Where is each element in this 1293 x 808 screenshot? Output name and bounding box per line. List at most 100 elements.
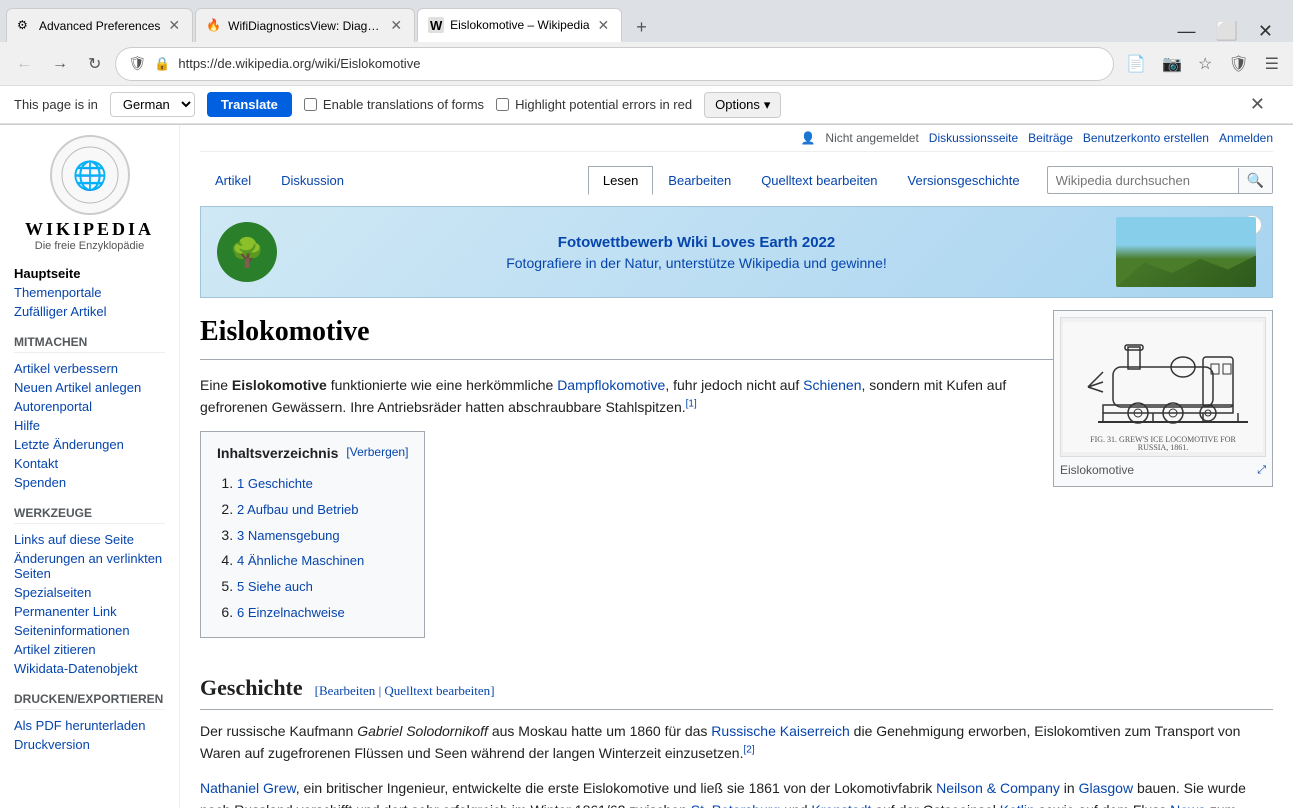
section-quelltext-link[interactable]: Quelltext bearbeiten xyxy=(384,683,490,698)
sidebar-item-druckversion[interactable]: Druckversion xyxy=(14,735,165,754)
tab-versionsgeschichte[interactable]: Versionsgeschichte xyxy=(893,166,1035,194)
sidebar-item-seiteninformationen[interactable]: Seiteninformationen xyxy=(14,621,165,640)
close-button[interactable]: ✕ xyxy=(1252,21,1279,42)
toc-heading: Inhaltsverzeichnis xyxy=(217,442,338,464)
translate-button[interactable]: Translate xyxy=(207,92,292,117)
options-button[interactable]: Options ▾ xyxy=(704,92,781,118)
search-input[interactable] xyxy=(1048,169,1238,192)
wikipedia-icon: W xyxy=(428,17,444,33)
tab-close-btn[interactable]: ✕ xyxy=(596,15,612,36)
tab-diskussion[interactable]: Diskussion xyxy=(266,166,359,194)
sidebar-item-zufaelliger[interactable]: Zufälliger Artikel xyxy=(14,302,165,321)
st-petersburg-link[interactable]: St. Petersburg xyxy=(691,802,781,808)
bold-term: Eislokomotive xyxy=(232,377,327,393)
mountain-graphic xyxy=(1116,252,1256,287)
nathaniel-grew-link[interactable]: Nathaniel Grew xyxy=(200,780,296,796)
sidebar-item-links-auf-seite[interactable]: Links auf diese Seite xyxy=(14,530,165,549)
sidebar-section-main: Hauptseite Themenportale Zufälliger Arti… xyxy=(14,264,165,321)
shield-nav-button[interactable]: 🛡 xyxy=(1224,50,1252,78)
tab-bearbeiten[interactable]: Bearbeiten xyxy=(653,166,746,194)
tab-label: Eislokomotive – Wikipedia xyxy=(450,18,589,32)
toc-link-6[interactable]: 6 Einzelnachweise xyxy=(237,605,345,620)
tab-close-btn[interactable]: ✕ xyxy=(166,15,182,36)
new-tab-button[interactable]: + xyxy=(628,13,655,42)
sidebar-item-aenderungen-verlinkte[interactable]: Änderungen an verlinkten Seiten xyxy=(14,549,165,583)
tab-quelltext[interactable]: Quelltext bearbeiten xyxy=(746,166,892,194)
url-input[interactable] xyxy=(178,56,1101,71)
sidebar-item-spenden[interactable]: Spenden xyxy=(14,473,165,492)
tab-close-btn[interactable]: ✕ xyxy=(388,15,404,36)
banner-title: Fotowettbewerb Wiki Loves Earth 2022 xyxy=(293,234,1100,251)
beitraege-link[interactable]: Beiträge xyxy=(1028,131,1073,145)
options-label: Options xyxy=(715,97,760,112)
schienen-link[interactable]: Schienen xyxy=(803,377,861,393)
section1-para1: Der russische Kaufmann Gabriel Solodorni… xyxy=(200,720,1273,765)
tab-lesen[interactable]: Lesen xyxy=(588,166,653,195)
tab-artikel[interactable]: Artikel xyxy=(200,166,266,194)
tab-label: WifiDiagnosticsView: Diagnosti... xyxy=(228,19,382,33)
toc-link-2[interactable]: 2 Aufbau und Betrieb xyxy=(237,502,358,517)
menu-button[interactable]: ☰ xyxy=(1261,50,1283,78)
translation-close-button[interactable]: ✕ xyxy=(1236,86,1279,124)
newa-link[interactable]: Newa xyxy=(1170,802,1206,808)
address-bar[interactable]: 🛡 🔒 xyxy=(115,47,1114,81)
tab-advanced-prefs[interactable]: ⚙ Advanced Preferences ✕ xyxy=(6,8,193,42)
wiki-tabs-row: Artikel Diskussion Lesen Bearbeiten Quel… xyxy=(200,158,1273,194)
reader-mode-button[interactable]: 📄 xyxy=(1122,50,1150,78)
reload-button[interactable]: ↻ xyxy=(82,50,107,78)
kotlin-link[interactable]: Kotlin xyxy=(1000,802,1035,808)
search-button[interactable]: 🔍 xyxy=(1238,168,1272,193)
chevron-down-icon: ▾ xyxy=(764,97,771,113)
sidebar-item-autorenportal[interactable]: Autorenportal xyxy=(14,397,165,416)
dampflokomotive-link[interactable]: Dampflokomotive xyxy=(557,377,665,393)
forms-checkbox[interactable] xyxy=(304,98,317,111)
tab-wifi-diag[interactable]: 🔥 WifiDiagnosticsView: Diagnosti... ✕ xyxy=(195,8,415,42)
sidebar-item-neuen-artikel[interactable]: Neuen Artikel anlegen xyxy=(14,378,165,397)
sidebar-heading-werkzeuge: Werkzeuge xyxy=(14,506,165,524)
toc-link-5[interactable]: 5 Siehe auch xyxy=(237,579,313,594)
toc-link-4[interactable]: 4 Ähnliche Maschinen xyxy=(237,553,364,568)
back-button[interactable]: ← xyxy=(10,51,38,77)
bookmark-button[interactable]: ☆ xyxy=(1194,50,1216,78)
right-tabs: Lesen Bearbeiten Quelltext bearbeiten Ve… xyxy=(588,166,1273,194)
language-select[interactable]: German xyxy=(110,92,195,117)
diskussionsseite-link[interactable]: Diskussionsseite xyxy=(929,131,1018,145)
expand-icon[interactable]: ⤢ xyxy=(1257,462,1266,480)
sidebar-item-letzte-aenderungen[interactable]: Letzte Änderungen xyxy=(14,435,165,454)
neilson-link[interactable]: Neilson & Company xyxy=(936,780,1060,796)
glasgow-link[interactable]: Glasgow xyxy=(1079,780,1133,796)
kronstadt-link[interactable]: Kronstadt xyxy=(811,802,871,808)
sidebar-item-permanenter-link[interactable]: Permanenter Link xyxy=(14,602,165,621)
toc-link-3[interactable]: 3 Namensgebung xyxy=(237,528,340,543)
toc-link-1[interactable]: 1 Geschichte xyxy=(237,476,313,491)
russisches-kaiserreich-link[interactable]: Russische Kaiserreich xyxy=(711,723,850,739)
minimize-button[interactable]: — xyxy=(1171,21,1201,42)
benutzerkonto-link[interactable]: Benutzerkonto erstellen xyxy=(1083,131,1209,145)
anmelden-link[interactable]: Anmelden xyxy=(1219,131,1273,145)
ice-locomotive-svg: FIG. 31. GREW'S ICE LOCOMOTIVE FOR RUSSI… xyxy=(1063,322,1263,452)
infobox-image: FIG. 31. GREW'S ICE LOCOMOTIVE FOR RUSSI… xyxy=(1060,317,1266,457)
intro-ref: [1] xyxy=(686,399,697,410)
wiki-search-box[interactable]: 🔍 xyxy=(1047,166,1273,194)
wiki-top-bar: 👤 Nicht angemeldet Diskussionsseite Beit… xyxy=(200,125,1273,152)
toc-toggle-button[interactable]: [Verbergen] xyxy=(346,443,408,462)
screenshot-button[interactable]: 📷 xyxy=(1158,50,1186,78)
sidebar-item-hilfe[interactable]: Hilfe xyxy=(14,416,165,435)
banner-image xyxy=(1116,217,1256,287)
sidebar-item-pdf[interactable]: Als PDF herunterladen xyxy=(14,716,165,735)
sidebar-item-hauptseite[interactable]: Hauptseite xyxy=(14,264,165,283)
forward-button[interactable]: → xyxy=(46,51,74,77)
translation-prefix-label: This page is in xyxy=(14,97,98,112)
sidebar-item-artikel-zitieren[interactable]: Artikel zitieren xyxy=(14,640,165,659)
errors-checkbox-group: Highlight potential errors in red xyxy=(496,97,692,112)
infobox-caption: Eislokomotive xyxy=(1060,461,1134,480)
section-edit-link[interactable]: Bearbeiten xyxy=(319,683,375,698)
sidebar-item-themenportale[interactable]: Themenportale xyxy=(14,283,165,302)
maximize-button[interactable]: ⬜ xyxy=(1209,21,1243,42)
sidebar-item-spezialseiten[interactable]: Spezialseiten xyxy=(14,583,165,602)
sidebar-item-wikidata[interactable]: Wikidata-Datenobjekt xyxy=(14,659,165,678)
tab-wikipedia[interactable]: W Eislokomotive – Wikipedia ✕ xyxy=(417,8,622,42)
sidebar-item-kontakt[interactable]: Kontakt xyxy=(14,454,165,473)
sidebar-item-artikel-verbessern[interactable]: Artikel verbessern xyxy=(14,359,165,378)
errors-checkbox[interactable] xyxy=(496,98,509,111)
